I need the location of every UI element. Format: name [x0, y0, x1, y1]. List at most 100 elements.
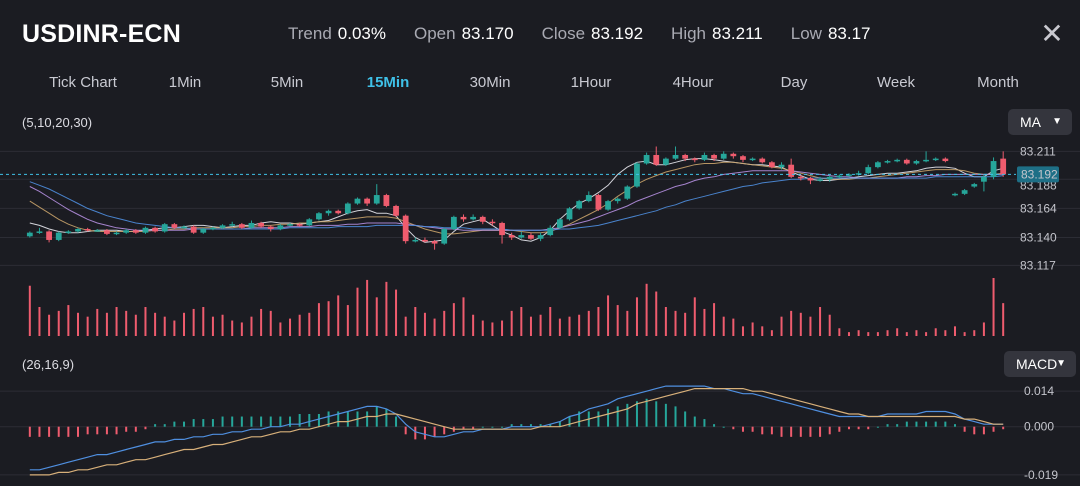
volume-bar — [105, 312, 108, 336]
volume-bar — [693, 297, 696, 336]
macd-histogram-bar — [183, 421, 186, 427]
candle — [903, 159, 910, 164]
candle — [942, 158, 949, 162]
volume-bar — [568, 316, 571, 336]
volume-bar — [925, 332, 928, 336]
candle — [354, 198, 361, 204]
macd-histogram-bar — [732, 426, 735, 430]
macd-histogram-bar — [751, 426, 754, 432]
candle — [123, 230, 130, 233]
candle — [450, 216, 457, 230]
volume-bar — [491, 322, 494, 336]
macd-histogram-bar — [366, 411, 369, 427]
macd-histogram-bar — [761, 426, 764, 435]
volume-bar — [375, 297, 378, 336]
volume-bar — [443, 310, 446, 336]
macd-histogram-bar — [202, 419, 205, 427]
candle — [171, 224, 178, 228]
macd-histogram-bar — [674, 406, 677, 427]
candle — [932, 158, 939, 161]
candle — [152, 227, 158, 232]
volume-bar — [38, 307, 41, 336]
macd-histogram-bar — [568, 416, 571, 427]
volume-bar — [269, 310, 272, 336]
volume-bar — [57, 310, 60, 336]
candle — [682, 154, 689, 159]
volume-bar — [154, 312, 157, 336]
macd-histogram-bar — [163, 424, 166, 427]
macd-histogram-bar — [57, 426, 60, 437]
volume-bar — [857, 330, 860, 336]
candle — [431, 241, 438, 244]
volume-bar — [462, 297, 465, 336]
macd-histogram-bar — [414, 426, 417, 440]
macd-histogram-bar — [115, 426, 118, 435]
macd-histogram-bar — [992, 426, 995, 432]
volume-bar — [163, 316, 166, 336]
macd-histogram-bar — [221, 416, 224, 427]
macd-histogram-bar — [28, 426, 31, 437]
candle — [528, 235, 534, 239]
ma-indicator-select[interactable]: MA ▼ — [1008, 109, 1072, 135]
volume-bar — [134, 314, 137, 336]
candle — [672, 154, 679, 159]
macd-histogram-bar — [722, 426, 725, 428]
volume-bar — [96, 308, 99, 336]
candle — [971, 184, 978, 187]
candle — [720, 153, 727, 159]
volume-bar — [780, 316, 783, 336]
volume-bar — [732, 318, 735, 336]
macd-histogram-bar — [154, 424, 157, 427]
candle — [836, 175, 843, 178]
volume-bar — [240, 322, 243, 336]
volume-bar — [790, 310, 793, 336]
candle — [344, 203, 351, 214]
volume-bar — [472, 314, 475, 336]
macd-histogram-bar — [944, 421, 947, 427]
macd-line-dea — [29, 388, 1004, 476]
volume-bar — [963, 332, 966, 336]
candle — [210, 227, 216, 230]
volume-bar — [645, 283, 648, 336]
macd-histogram-bar — [645, 398, 648, 427]
macd-histogram-bar — [404, 426, 407, 435]
macd-histogram-bar — [819, 426, 822, 437]
volume-bar — [433, 318, 436, 336]
macd-histogram-bar — [501, 426, 504, 428]
volume-bar — [886, 330, 889, 336]
macd-histogram-bar — [317, 414, 320, 427]
candle — [701, 154, 708, 160]
price-chart[interactable]: 83.21183.18883.16483.14083.11783.1920.01… — [0, 0, 1080, 486]
y-tick-label: 83.164 — [1020, 201, 1057, 215]
candle — [537, 235, 544, 239]
macd-histogram-bar — [105, 426, 108, 435]
candle — [267, 226, 274, 230]
macd-histogram-bar — [915, 421, 918, 427]
macd-histogram-bar — [867, 426, 870, 430]
macd-histogram-bar — [886, 424, 889, 427]
candle — [711, 154, 717, 159]
macd-histogram-bar — [655, 401, 658, 427]
macd-histogram-bar — [86, 426, 89, 435]
candle — [441, 229, 448, 244]
candle — [576, 201, 583, 209]
candle — [826, 176, 833, 180]
candle — [113, 232, 120, 235]
volume-bar — [799, 312, 802, 336]
volume-bar — [722, 316, 725, 336]
volume-bar — [819, 307, 822, 336]
macd-params: (26,16,9) — [22, 357, 75, 372]
macd-histogram-bar — [713, 424, 716, 427]
macd-indicator-select[interactable]: MACD ▼ — [1004, 351, 1076, 377]
candle — [55, 232, 62, 240]
candle — [1000, 158, 1007, 175]
macd-histogram-bar — [934, 421, 937, 427]
volume-bar — [385, 281, 388, 336]
y-tick-label: 0.000 — [1024, 420, 1054, 434]
volume-bar — [452, 303, 455, 336]
candle — [65, 231, 72, 233]
volume-bar — [847, 332, 850, 336]
macd-histogram-bar — [144, 426, 147, 430]
volume-bar — [529, 316, 532, 336]
volume-bar — [260, 308, 263, 336]
